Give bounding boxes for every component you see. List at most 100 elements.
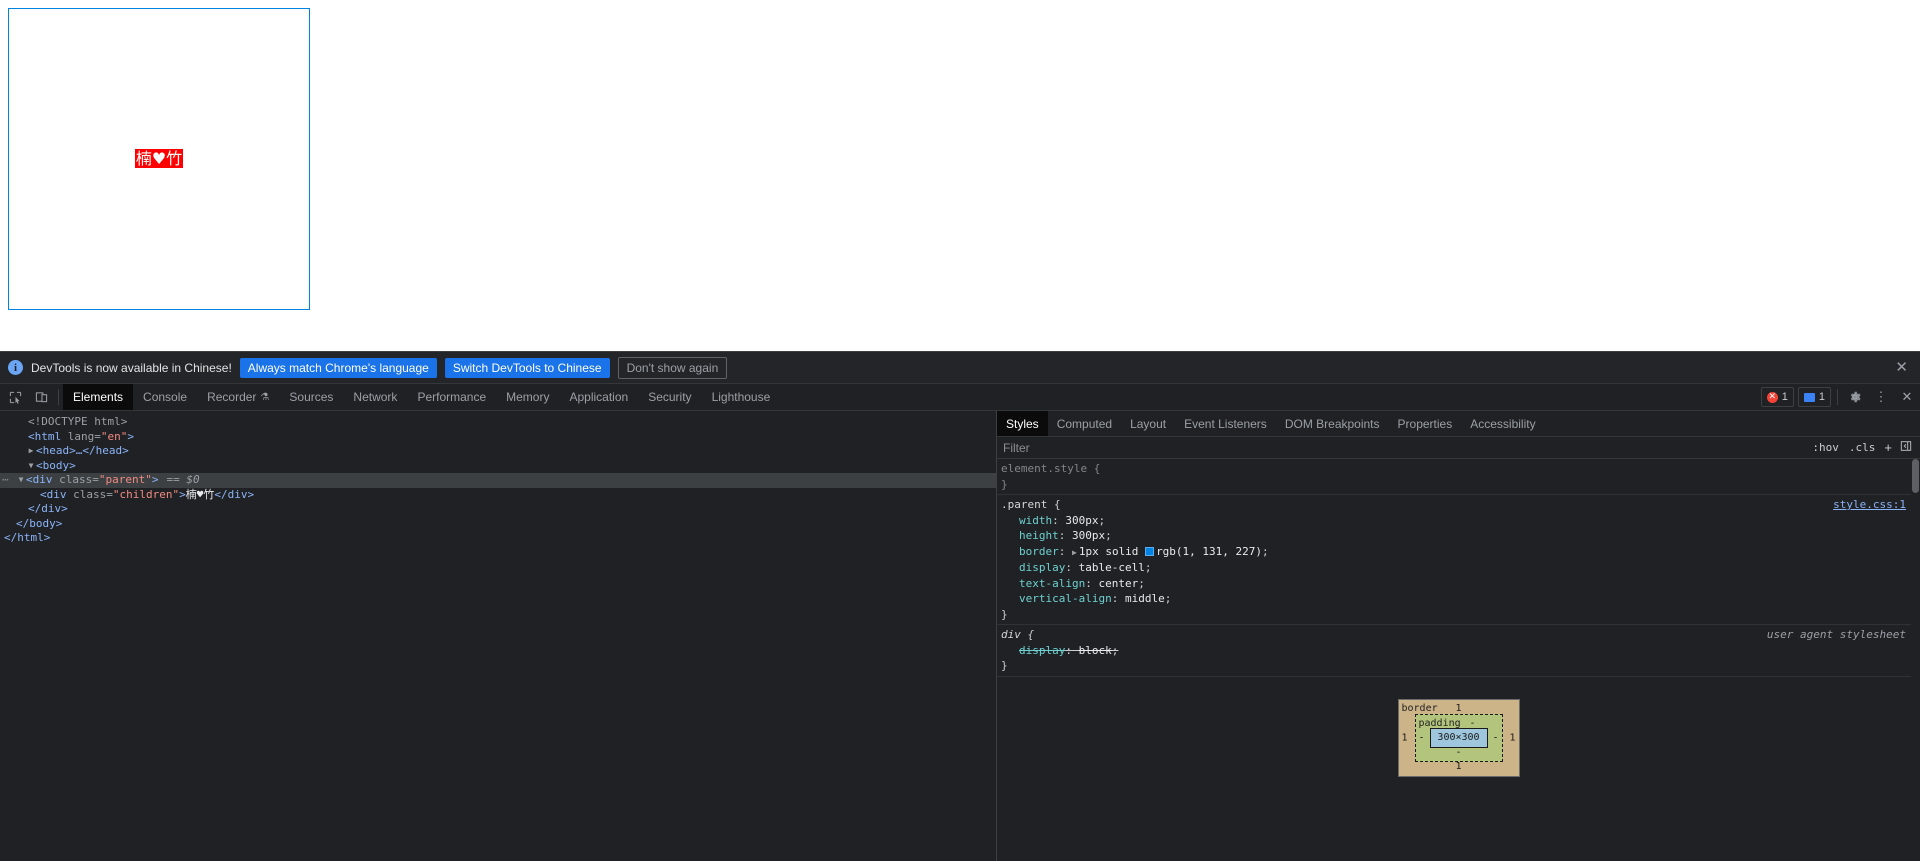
declaration-display[interactable]: display: table-cell;: [1001, 560, 1920, 576]
device-toolbar-icon[interactable]: [28, 384, 54, 410]
dom-row-head[interactable]: ▶ <head>…</head>: [0, 444, 996, 459]
rule-element-style[interactable]: element.style { }: [997, 459, 1920, 495]
declaration-width[interactable]: width: 300px;: [1001, 513, 1920, 529]
rule-parent[interactable]: style.css:1 .parent { width: 300px; heig…: [997, 495, 1920, 625]
tab-recorder[interactable]: Recorder ⚗: [197, 384, 279, 410]
scrollbar-thumb[interactable]: [1912, 459, 1919, 493]
tab-styles[interactable]: Styles: [997, 411, 1048, 436]
rule-closing-brace: }: [1001, 477, 1008, 491]
error-icon: ✕: [1766, 391, 1778, 403]
chevron-right-icon[interactable]: ▶: [26, 444, 36, 459]
error-count: 1: [1781, 391, 1788, 403]
children-div[interactable]: 楠♥竹: [134, 149, 184, 168]
dont-show-again-button[interactable]: Don't show again: [617, 356, 728, 379]
declaration-height[interactable]: height: 300px;: [1001, 528, 1920, 544]
tab-label: Application: [569, 390, 629, 404]
property-name[interactable]: height: [1001, 528, 1059, 544]
html-lang-value: "en": [100, 429, 128, 443]
tab-performance[interactable]: Performance: [407, 384, 496, 410]
tab-application[interactable]: Application: [559, 384, 638, 410]
property-value-color[interactable]: rgb(1, 131, 227): [1156, 545, 1262, 558]
rule-selector[interactable]: .parent: [1001, 498, 1047, 511]
chevron-down-icon[interactable]: ▼: [26, 459, 36, 474]
property-name[interactable]: display: [1001, 560, 1065, 576]
chevron-right-icon[interactable]: ▶: [1072, 548, 1077, 557]
property-name[interactable]: width: [1001, 513, 1052, 529]
dom-row-doctype[interactable]: <!DOCTYPE html>: [0, 415, 996, 430]
tab-event-listeners[interactable]: Event Listeners: [1175, 411, 1276, 436]
property-value[interactable]: center: [1098, 577, 1138, 590]
property-value[interactable]: block: [1079, 644, 1112, 657]
new-style-rule-icon[interactable]: +: [1880, 440, 1896, 455]
padding-top-value[interactable]: -: [1444, 716, 1502, 732]
box-model-padding-area[interactable]: padding - - - - 300×300: [1414, 713, 1503, 762]
property-name[interactable]: display: [1001, 643, 1065, 659]
tab-lighthouse[interactable]: Lighthouse: [702, 384, 781, 410]
dom-row-parent-close[interactable]: </div>: [0, 502, 996, 517]
close-devtools-icon[interactable]: ✕: [1894, 384, 1920, 410]
padding-left-value[interactable]: -: [1419, 730, 1425, 746]
dom-row-parent-div[interactable]: ⋯ ▼ < div class = "parent" > == $0: [0, 473, 996, 488]
class-editor-button[interactable]: .cls: [1844, 441, 1881, 454]
error-counter[interactable]: ✕ 1: [1760, 387, 1794, 407]
declaration-display-disabled[interactable]: display: block;: [1001, 643, 1920, 659]
message-counter[interactable]: 1: [1797, 387, 1831, 407]
color-swatch[interactable]: [1145, 546, 1155, 556]
message-icon: [1803, 392, 1815, 402]
property-value[interactable]: middle: [1125, 592, 1165, 605]
declaration-border[interactable]: border: ▶ 1px solid rgb(1, 131, 227);: [1001, 544, 1920, 561]
rule-div-user-agent[interactable]: user agent stylesheet div { display: blo…: [997, 625, 1920, 677]
close-icon[interactable]: ✕: [1889, 360, 1914, 375]
devtools-language-infobar: i DevTools is now available in Chinese! …: [0, 352, 1920, 384]
dom-row-children-div[interactable]: < div class = "children" > 楠♥竹 </div>: [0, 488, 996, 503]
declaration-text-align[interactable]: text-align: center;: [1001, 576, 1920, 592]
dom-row-body-open[interactable]: ▼ < body >: [0, 459, 996, 474]
box-model-border-area[interactable]: border 1 1 1 1 padding - - - - 300×300: [1397, 698, 1520, 777]
styles-scrollbar[interactable]: [1911, 459, 1920, 861]
tab-sources[interactable]: Sources: [279, 384, 343, 410]
border-left-value[interactable]: 1: [1402, 730, 1408, 746]
filter-input[interactable]: [997, 439, 1808, 456]
tab-label: Lighthouse: [711, 390, 771, 404]
tab-console[interactable]: Console: [133, 384, 197, 410]
padding-right-value[interactable]: -: [1492, 730, 1498, 746]
rule-selector[interactable]: element.style: [1001, 462, 1087, 475]
padding-bottom-value[interactable]: -: [1416, 745, 1502, 761]
parent-tag-name: div: [32, 473, 53, 486]
property-name[interactable]: border: [1001, 544, 1059, 560]
chevron-down-icon[interactable]: ▼: [16, 473, 26, 488]
property-value[interactable]: 300px: [1072, 529, 1105, 542]
property-value[interactable]: 300px: [1065, 514, 1098, 527]
tab-accessibility[interactable]: Accessibility: [1461, 411, 1544, 436]
tab-computed[interactable]: Computed: [1048, 411, 1121, 436]
tab-layout[interactable]: Layout: [1121, 411, 1175, 436]
dom-row-html-close[interactable]: </html>: [0, 531, 996, 546]
css-rules-list[interactable]: element.style { } style.css:1 .parent { …: [997, 459, 1920, 861]
tab-properties[interactable]: Properties: [1389, 411, 1462, 436]
tab-security[interactable]: Security: [638, 384, 701, 410]
dom-row-html-open[interactable]: < html lang = "en" >: [0, 430, 996, 445]
border-right-value[interactable]: 1: [1509, 730, 1515, 746]
property-value[interactable]: table-cell: [1079, 561, 1145, 574]
tab-memory[interactable]: Memory: [496, 384, 559, 410]
parent-div[interactable]: 楠♥竹: [8, 8, 310, 310]
gear-icon[interactable]: [1842, 384, 1868, 410]
tab-dom-breakpoints[interactable]: DOM Breakpoints: [1276, 411, 1389, 436]
hover-state-button[interactable]: :hov: [1807, 441, 1844, 454]
dom-tree-panel[interactable]: <!DOCTYPE html> < html lang = "en" > ▶ <head…: [0, 411, 996, 861]
property-name[interactable]: vertical-align: [1001, 591, 1112, 607]
switch-devtools-to-chinese-button[interactable]: Switch DevTools to Chinese: [444, 357, 610, 378]
toggle-sidebar-icon[interactable]: [1896, 440, 1916, 455]
kebab-menu-icon[interactable]: ⋮: [1868, 384, 1894, 410]
tab-network[interactable]: Network: [343, 384, 407, 410]
property-name[interactable]: text-align: [1001, 576, 1085, 592]
dom-row-body-close[interactable]: </body>: [0, 517, 996, 532]
devtools-body: <!DOCTYPE html> < html lang = "en" > ▶ <head…: [0, 411, 1920, 861]
always-match-chrome-language-button[interactable]: Always match Chrome's language: [239, 357, 437, 378]
row-actions-icon[interactable]: ⋯: [2, 473, 16, 488]
declaration-vertical-align[interactable]: vertical-align: middle;: [1001, 591, 1920, 607]
inspect-element-icon[interactable]: [2, 384, 28, 410]
tab-elements[interactable]: Elements: [63, 384, 134, 410]
rule-selector[interactable]: div: [1001, 628, 1021, 641]
rule-origin-link[interactable]: style.css:1: [1833, 497, 1906, 513]
